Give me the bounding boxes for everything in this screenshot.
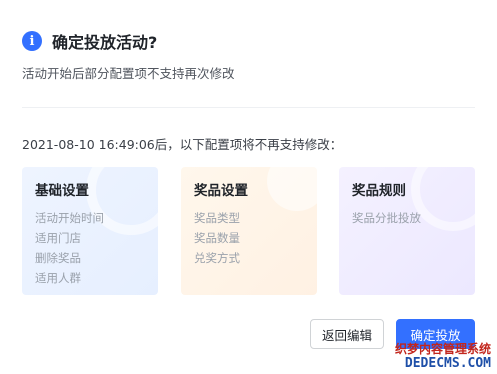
watermark-line1: 织梦内容管理系统 <box>394 342 491 356</box>
card-decoration <box>267 167 317 211</box>
list-item: 适用门店 <box>35 231 81 245</box>
list-item: 删除奖品 <box>35 251 81 265</box>
list-item: 兑奖方式 <box>194 251 240 265</box>
dialog-title: 确定投放活动? <box>52 33 158 52</box>
site-watermark: 织梦内容管理系统 DEDECMS.COM <box>395 343 491 370</box>
card-title: 奖品设置 <box>194 183 248 199</box>
list-item: 奖品分批投放 <box>352 211 421 225</box>
watermark-line2: DEDECMS.COM <box>404 356 491 371</box>
divider <box>22 107 475 108</box>
dialog-subtitle: 活动开始后部分配置项不支持再次修改 <box>22 66 235 81</box>
confirm-launch-dialog: i 确定投放活动? 活动开始后部分配置项不支持再次修改 2021-08-10 1… <box>0 0 497 374</box>
card-prize-settings: 奖品设置 奖品类型 奖品数量 兑奖方式 <box>181 167 317 295</box>
list-item: 活动开始时间 <box>35 211 104 225</box>
list-item: 奖品数量 <box>194 231 240 245</box>
lock-notice: 2021-08-10 16:49:06后，以下配置项将不再支持修改： <box>22 137 343 152</box>
card-item-list: 奖品分批投放 <box>352 208 421 228</box>
locked-config-cards: 基础设置 活动开始时间 适用门店 删除奖品 适用人群 奖品设置 奖品类型 奖品数… <box>22 167 476 295</box>
list-item: 适用人群 <box>35 271 81 285</box>
card-title: 奖品规则 <box>352 183 406 199</box>
card-item-list: 活动开始时间 适用门店 删除奖品 适用人群 <box>35 208 104 288</box>
info-icon: i <box>22 31 42 51</box>
card-title: 基础设置 <box>35 183 89 199</box>
card-item-list: 奖品类型 奖品数量 兑奖方式 <box>194 208 240 268</box>
card-basic-settings: 基础设置 活动开始时间 适用门店 删除奖品 适用人群 <box>22 167 158 295</box>
list-item: 奖品类型 <box>194 211 240 225</box>
card-prize-rules: 奖品规则 奖品分批投放 <box>339 167 475 295</box>
back-to-edit-button[interactable]: 返回编辑 <box>310 319 384 349</box>
